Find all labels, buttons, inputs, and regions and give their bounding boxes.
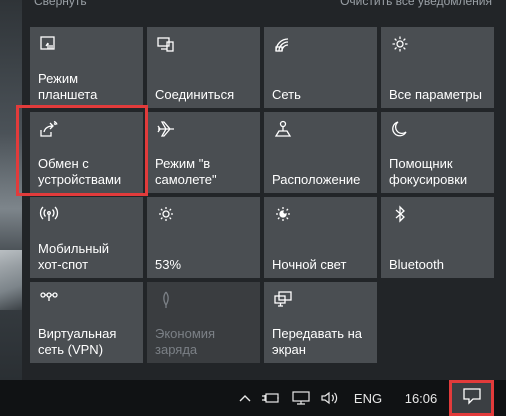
tile-label: Режим "в самолете" [155, 156, 217, 187]
tile-label: Экономия заряда [155, 326, 216, 357]
gear-icon [390, 35, 412, 55]
airplane-icon [156, 120, 178, 140]
language-indicator[interactable]: ENG [348, 380, 388, 416]
tile-label: Виртуальная сеть (VPN) [38, 326, 117, 357]
night-light-icon [273, 205, 295, 225]
tile-brightness[interactable]: 53% [147, 197, 260, 278]
volume-tray-button[interactable] [318, 380, 342, 416]
tile-label: Обмен с устройствами [38, 156, 122, 187]
battery-tray-button[interactable] [258, 380, 284, 416]
moon-icon [390, 120, 412, 140]
battery-plug-icon [261, 391, 281, 405]
location-icon [273, 120, 295, 140]
tile-all-settings[interactable]: Все параметры [381, 27, 494, 108]
tile-project[interactable]: Передавать на экран [264, 282, 377, 363]
nearby-sharing-icon [39, 120, 61, 140]
tile-label: Передавать на экран [272, 326, 363, 357]
tile-battery-saver[interactable]: Экономия заряда [147, 282, 260, 363]
clear-notifications-link[interactable]: Очистить все уведомления [340, 0, 492, 8]
clock[interactable]: 16:06 [398, 380, 444, 416]
brightness-icon [156, 205, 178, 225]
notification-icon [462, 387, 482, 410]
tile-label: Помощник фокусировки [389, 156, 468, 187]
ethernet-icon [291, 390, 311, 406]
battery-saver-icon [156, 290, 178, 310]
tile-bluetooth[interactable]: Bluetooth [381, 197, 494, 278]
tile-label: Расположение [272, 172, 361, 187]
brightness-value: 53% [155, 257, 182, 272]
tile-label: Сеть [272, 87, 301, 102]
tile-label: Мобильный хот-спот [38, 241, 110, 272]
tile-night-light[interactable]: Ночной свет [264, 197, 377, 278]
project-icon [273, 290, 295, 310]
network-tray-button[interactable] [288, 380, 314, 416]
tile-label: Все параметры [389, 87, 483, 102]
chevron-up-icon [238, 393, 252, 403]
tile-airplane-mode[interactable]: Режим "в самолете" [147, 112, 260, 193]
tile-label: Режим планшета [38, 71, 98, 102]
tablet-mode-icon [39, 35, 61, 55]
tile-label: Bluetooth [389, 257, 444, 272]
hotspot-icon [39, 205, 61, 225]
language-label: ENG [353, 390, 383, 406]
tile-label: Ночной свет [272, 257, 347, 272]
tile-nearby-sharing[interactable]: Обмен с устройствами [30, 112, 143, 193]
collapse-link[interactable]: Свернуть [34, 0, 87, 8]
tile-location[interactable]: Расположение [264, 112, 377, 193]
action-center-button[interactable] [449, 380, 494, 416]
action-center-header: Свернуть Очистить все уведомления [22, 0, 506, 16]
tile-tablet-mode[interactable]: Режим планшета [30, 27, 143, 108]
bluetooth-icon [390, 205, 412, 225]
tile-mobile-hotspot[interactable]: Мобильный хот-спот [30, 197, 143, 278]
taskbar: ENG 16:06 [0, 380, 506, 416]
tile-vpn[interactable]: Виртуальная сеть (VPN) [30, 282, 143, 363]
network-icon [273, 35, 295, 55]
vpn-icon [39, 290, 61, 310]
connect-icon [156, 35, 178, 55]
show-hidden-icons-button[interactable] [234, 380, 256, 416]
speaker-icon [320, 390, 340, 406]
tile-focus-assist[interactable]: Помощник фокусировки [381, 112, 494, 193]
clock-time: 16:06 [404, 390, 438, 406]
tile-network[interactable]: Сеть [264, 27, 377, 108]
tile-connect[interactable]: Соединиться [147, 27, 260, 108]
tile-label: Соединиться [155, 87, 235, 102]
